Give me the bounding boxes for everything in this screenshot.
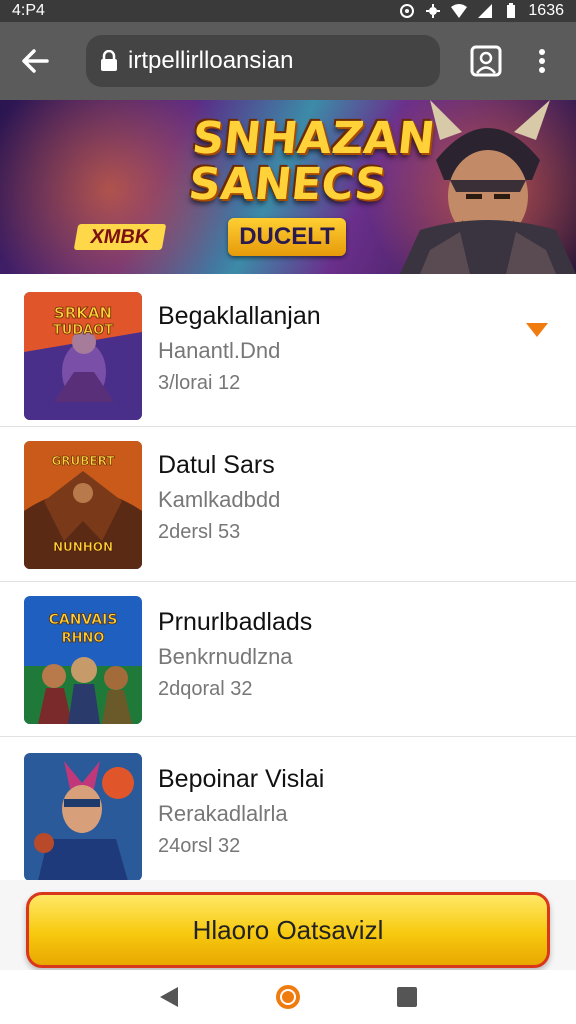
game-subtitle: Rerakadlalrla bbox=[158, 801, 288, 826]
game-thumbnail bbox=[24, 753, 142, 881]
more-options-button[interactable] bbox=[528, 38, 556, 84]
url-text: irtpellirlloansian bbox=[128, 47, 294, 74]
banner-subtitle: DUCELT bbox=[228, 218, 346, 256]
back-button[interactable] bbox=[12, 38, 58, 84]
primary-cta-button[interactable]: Hlaoro Oatsavizl bbox=[26, 892, 550, 968]
promo-banner[interactable]: SNHAZAN SANECS XMBK DUCELT bbox=[0, 100, 576, 274]
list-item[interactable]: CANVAIS RHNO Prnurlbadlads Benkrnudlzna … bbox=[0, 582, 576, 737]
game-thumbnail: GRUBERT NUNHON bbox=[24, 441, 142, 569]
browser-toolbar: irtpellirlloansian bbox=[0, 22, 576, 100]
banner-title: SNHAZAN SANECS bbox=[185, 113, 438, 210]
banner-title-line2: SANECS bbox=[186, 159, 390, 210]
nav-recents-button[interactable] bbox=[390, 980, 424, 1014]
banner-tag: XMBK bbox=[73, 224, 167, 250]
status-time: 4:P4 bbox=[12, 2, 45, 19]
game-meta: 2dersl 53 bbox=[158, 521, 241, 543]
expand-arrow-icon[interactable] bbox=[524, 320, 550, 340]
svg-text:GRUBERT: GRUBERT bbox=[51, 454, 115, 468]
list-item[interactable]: Bepoinar Vislai Rerakadlalrla 24orsl 32 bbox=[0, 737, 576, 892]
more-vert-icon bbox=[539, 49, 545, 73]
game-meta: 2dqoral 32 bbox=[158, 678, 253, 700]
status-icons: 1636 bbox=[398, 2, 564, 20]
notification-icon bbox=[398, 3, 416, 19]
status-bar: 4:P4 1636 bbox=[0, 0, 576, 22]
thumb-text: NUNHON bbox=[53, 540, 113, 554]
banner-hero-illustration bbox=[400, 100, 576, 274]
game-meta: 24orsl 32 bbox=[158, 835, 241, 857]
game-thumbnail: CANVAIS RHNO bbox=[24, 596, 142, 724]
signal-icon bbox=[476, 3, 494, 19]
svg-text:SRKAN: SRKAN bbox=[54, 304, 112, 322]
nav-back-button[interactable] bbox=[152, 980, 186, 1014]
nav-back-icon bbox=[160, 987, 179, 1007]
game-title: Bepoinar Vislai bbox=[158, 765, 325, 793]
status-clock-right: 1636 bbox=[528, 2, 564, 19]
nav-home-icon bbox=[275, 985, 300, 1009]
game-subtitle: Benkrnudlzna bbox=[158, 644, 293, 669]
battery-icon bbox=[502, 3, 520, 19]
nav-recents-icon bbox=[396, 987, 417, 1007]
game-list: SRKAN TUDAOT Begaklallanjan Hanantl.Dnd … bbox=[0, 274, 576, 892]
game-title: Datul Sars bbox=[158, 451, 275, 479]
wifi-icon bbox=[450, 3, 468, 19]
settings-icon bbox=[424, 3, 442, 19]
game-thumbnail: SRKAN TUDAOT bbox=[24, 292, 142, 420]
tab-switcher-icon bbox=[470, 45, 502, 77]
nav-home-button[interactable] bbox=[271, 980, 305, 1014]
lock-icon bbox=[100, 50, 118, 72]
svg-text:RHNO: RHNO bbox=[62, 631, 105, 646]
game-title: Begaklallanjan bbox=[158, 302, 321, 330]
url-bar[interactable]: irtpellirlloansian bbox=[86, 35, 440, 87]
list-item[interactable]: GRUBERT NUNHON Datul Sars Kamlkadbdd 2de… bbox=[0, 427, 576, 582]
back-arrow-icon bbox=[22, 49, 49, 73]
game-meta: 3/lorai 12 bbox=[158, 372, 241, 394]
tab-switcher-button[interactable] bbox=[468, 43, 504, 79]
list-item[interactable]: SRKAN TUDAOT Begaklallanjan Hanantl.Dnd … bbox=[0, 274, 576, 427]
game-subtitle: Hanantl.Dnd bbox=[158, 338, 281, 363]
svg-text:TUDAOT: TUDAOT bbox=[53, 323, 113, 338]
svg-text:CANVAIS: CANVAIS bbox=[49, 612, 118, 628]
game-title: Prnurlbadlads bbox=[158, 608, 313, 636]
banner-title-line1: SNHAZAN bbox=[189, 113, 438, 164]
system-nav-bar bbox=[0, 970, 576, 1024]
game-subtitle: Kamlkadbdd bbox=[158, 487, 281, 512]
